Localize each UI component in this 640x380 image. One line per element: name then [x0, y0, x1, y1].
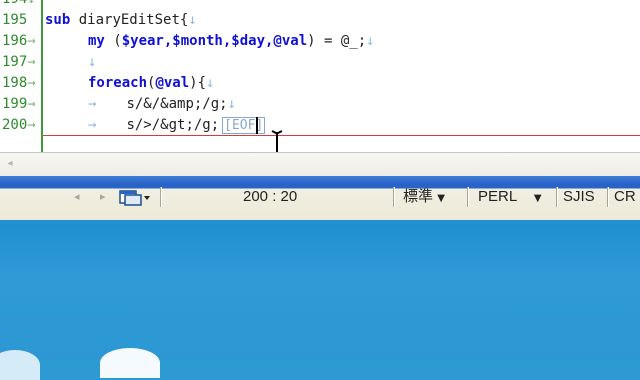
cursor-position: 200 : 20	[243, 188, 298, 205]
language-dropdown[interactable]: PERL ▼	[478, 183, 542, 211]
chevron-down-icon: ▼	[533, 193, 542, 204]
tab-mark: →	[88, 96, 97, 112]
cursor-line-underline	[43, 135, 640, 136]
scroll-right-arrow-icon[interactable]: ▸	[100, 183, 106, 211]
keyword: foreach	[88, 75, 148, 91]
code-editor[interactable]: 194↓ 195 196→ 197→ 198→ 199→ 200→ sub di…	[0, 0, 640, 152]
window-list-icon[interactable]	[118, 188, 152, 206]
text-caret	[256, 117, 258, 134]
line-number: 196→	[2, 33, 36, 49]
desktop-icon[interactable]	[0, 350, 40, 380]
keyword: my	[88, 33, 105, 49]
code-line[interactable]: → s/&/&amp;/g;↓	[88, 94, 236, 115]
line-number-gutter: 194↓ 195 196→ 197→ 198→ 199→ 200→	[0, 0, 43, 152]
input-mode-dropdown[interactable]: 標準 ▼	[403, 183, 445, 211]
keyword: sub	[45, 12, 71, 28]
tab-mark: →	[88, 117, 97, 133]
line-number: 198→	[2, 75, 36, 91]
line-number: 200→	[2, 117, 36, 133]
horizontal-scrollbar[interactable]: ◂	[0, 152, 640, 177]
code-line[interactable]: ↓	[88, 52, 96, 73]
code-line[interactable]: foreach(@val){↓	[88, 73, 214, 94]
scroll-left-arrow-icon[interactable]: ◂	[74, 183, 80, 211]
variables: $year,$month,$day,@val	[121, 33, 308, 49]
line-number: 197→	[2, 54, 36, 70]
code-line[interactable]: my ($year,$month,$day,@val) = @_;↓	[88, 31, 375, 52]
line-number: 199→	[2, 96, 36, 112]
chevron-down-icon: ▼	[437, 193, 445, 204]
ibeam-cursor-icon	[271, 130, 283, 152]
line-number: 194↓	[0, 0, 40, 10]
desktop-icon[interactable]	[100, 348, 160, 378]
scroll-left-icon[interactable]: ◂	[3, 157, 17, 171]
code-line[interactable]: sub diaryEditSet{↓	[45, 10, 197, 31]
status-bar-content: ◂ ▸ 200 : 20 標準 ▼ PERL ▼ SJIS CR	[0, 183, 640, 211]
code-line[interactable]: → s/>/&gt;/g; [EOF]	[88, 115, 266, 136]
variable: @val	[155, 75, 190, 91]
encoding-indicator[interactable]: SJIS	[563, 183, 595, 211]
line-number: 195	[2, 12, 28, 28]
newline-indicator[interactable]: CR	[614, 183, 636, 211]
desktop-background	[0, 220, 640, 360]
eof-marker: [EOF]	[222, 117, 266, 134]
